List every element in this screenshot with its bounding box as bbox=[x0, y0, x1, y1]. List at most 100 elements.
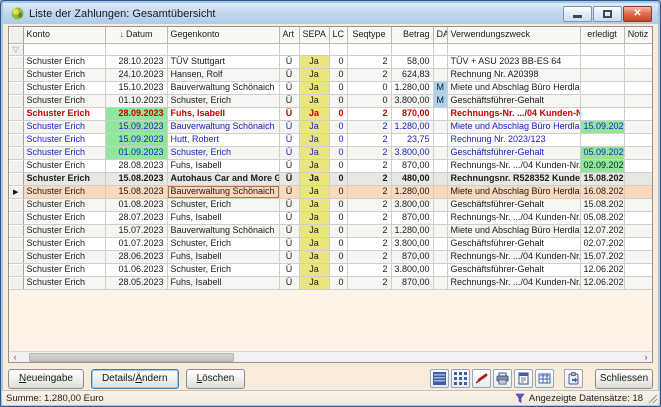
row-selector[interactable] bbox=[9, 94, 24, 108]
cell-vz[interactable]: Geschäftsführer-Gehalt bbox=[447, 146, 581, 160]
cell-gegenkonto[interactable]: TÜV Stuttgart bbox=[167, 55, 280, 69]
cell-notiz[interactable] bbox=[624, 120, 652, 134]
column-header-vz[interactable]: Verwendungszweck bbox=[447, 27, 581, 44]
cell-seqtype[interactable]: 2 bbox=[347, 107, 392, 121]
cell-betrag[interactable]: 1.280,00 bbox=[391, 81, 434, 95]
row-selector[interactable] bbox=[9, 250, 24, 264]
cell-sepa[interactable]: Ja bbox=[299, 120, 330, 134]
cell-datum[interactable]: 15.09.2023 bbox=[105, 120, 168, 134]
cell-sepa[interactable]: Ja bbox=[299, 107, 330, 121]
cell-vz[interactable]: Miete und Abschlag Büro Herdlauchring bbox=[447, 81, 581, 95]
cell-betrag[interactable]: 1.280,00 bbox=[391, 185, 434, 199]
cell-lc[interactable]: 0 bbox=[329, 276, 348, 290]
cell-betrag[interactable]: 870,00 bbox=[391, 250, 434, 264]
cell-vz[interactable]: Rechnungs-Nr. .../04 Kunden-Nr. 1090 bbox=[447, 276, 581, 290]
cell-vz[interactable]: Rechnung Nr. 2023/123 bbox=[447, 133, 581, 147]
cell-gegenkonto[interactable]: Schuster, Erich bbox=[167, 237, 280, 251]
cell-art[interactable]: Ü bbox=[279, 159, 300, 173]
cell-erledigt[interactable]: 12.06.2023 bbox=[580, 276, 625, 290]
details-edit-button[interactable]: Details/Ändern bbox=[90, 368, 179, 389]
cell-da[interactable] bbox=[433, 224, 448, 238]
row-selector[interactable] bbox=[9, 263, 24, 277]
cell-da[interactable] bbox=[433, 159, 448, 173]
column-header-gegenkonto[interactable]: Gegenkonto bbox=[167, 27, 280, 44]
row-selector[interactable] bbox=[9, 107, 24, 121]
cell-da[interactable] bbox=[433, 55, 448, 69]
row-selector[interactable] bbox=[9, 81, 24, 95]
cell-vz[interactable]: Rechnungsnr. R528352 Kundennr. 1027 bbox=[447, 172, 581, 186]
table-row[interactable]: Schuster Erich 15.07.2023 Bauverwaltung Sc… bbox=[9, 224, 652, 238]
table-row[interactable]: Schuster Erich 01.08.2023 Schuster, Erich Ü… bbox=[9, 198, 652, 212]
cell-art[interactable]: Ü bbox=[279, 224, 300, 238]
filter-cell-konto[interactable] bbox=[23, 43, 106, 56]
cell-konto[interactable]: Schuster Erich bbox=[23, 237, 106, 251]
cell-gegenkonto[interactable]: Bauverwaltung Schönaich bbox=[167, 120, 280, 134]
cell-sepa[interactable]: Ja bbox=[299, 81, 330, 95]
filter-cell-betrag[interactable] bbox=[391, 43, 434, 56]
cell-erledigt[interactable] bbox=[580, 94, 625, 108]
cell-vz[interactable]: Rechnungs-Nr. .../04 Kunden-Nr. 1090 bbox=[447, 107, 581, 121]
cell-konto[interactable]: Schuster Erich bbox=[23, 185, 106, 199]
cell-datum[interactable]: 28.09.2023 bbox=[105, 107, 168, 121]
cell-da[interactable] bbox=[433, 172, 448, 186]
cell-da[interactable] bbox=[433, 68, 448, 82]
filter-funnel-cell[interactable]: ▽ bbox=[9, 43, 24, 56]
cell-notiz[interactable] bbox=[624, 68, 652, 82]
cell-gegenkonto[interactable]: Bauverwaltung Schönaich bbox=[167, 81, 280, 95]
filter-cell-notiz[interactable] bbox=[624, 43, 652, 56]
cell-gegenkonto[interactable]: Schuster, Erich bbox=[167, 146, 280, 160]
table-row[interactable]: ▶ Schuster Erich 15.08.2023 Bauverwaltung S… bbox=[9, 185, 652, 199]
cell-sepa[interactable]: Ja bbox=[299, 250, 330, 264]
cell-notiz[interactable] bbox=[624, 159, 652, 173]
cell-seqtype[interactable]: 2 bbox=[347, 120, 392, 134]
scrollbar-track[interactable] bbox=[21, 352, 640, 362]
cell-vz[interactable]: Geschäftsführer-Gehalt bbox=[447, 94, 581, 108]
cell-gegenkonto[interactable]: Bauverwaltung Schönaich bbox=[167, 224, 280, 238]
cell-datum[interactable]: 15.08.2023 bbox=[105, 172, 168, 186]
cell-betrag[interactable]: 3.800,00 bbox=[391, 146, 434, 160]
cell-konto[interactable]: Schuster Erich bbox=[23, 250, 106, 264]
cell-seqtype[interactable]: 2 bbox=[347, 185, 392, 199]
cell-betrag[interactable]: 480,00 bbox=[391, 172, 434, 186]
cell-da[interactable]: M bbox=[433, 81, 448, 95]
cell-erledigt[interactable] bbox=[580, 81, 625, 95]
cell-lc[interactable]: 0 bbox=[329, 120, 348, 134]
row-selector[interactable] bbox=[9, 68, 24, 82]
cell-art[interactable]: Ü bbox=[279, 68, 300, 82]
cell-erledigt[interactable]: 02.07.2023 bbox=[580, 237, 625, 251]
striped-view-button[interactable] bbox=[430, 369, 449, 388]
close-dialog-button[interactable]: Schliessen bbox=[595, 368, 653, 389]
cell-konto[interactable]: Schuster Erich bbox=[23, 94, 106, 108]
red-pen-button[interactable] bbox=[472, 369, 491, 388]
delete-button[interactable]: Löschen bbox=[185, 368, 246, 389]
cell-vz[interactable]: Geschäftsführer-Gehalt bbox=[447, 198, 581, 212]
cell-datum[interactable]: 24.10.2023 bbox=[105, 68, 168, 82]
cell-erledigt[interactable]: 05.08.2023 bbox=[580, 211, 625, 225]
maximize-button[interactable] bbox=[593, 5, 622, 22]
cell-art[interactable]: Ü bbox=[279, 94, 300, 108]
filter-cell-art[interactable] bbox=[279, 43, 300, 56]
printer-button[interactable] bbox=[493, 369, 512, 388]
cell-erledigt[interactable] bbox=[580, 107, 625, 121]
cell-notiz[interactable] bbox=[624, 276, 652, 290]
cell-erledigt[interactable] bbox=[580, 68, 625, 82]
cell-konto[interactable]: Schuster Erich bbox=[23, 224, 106, 238]
cell-art[interactable]: Ü bbox=[279, 276, 300, 290]
cell-seqtype[interactable]: 2 bbox=[347, 276, 392, 290]
cell-sepa[interactable]: Ja bbox=[299, 94, 330, 108]
cell-betrag[interactable]: 3.800,00 bbox=[391, 94, 434, 108]
cell-sepa[interactable]: Ja bbox=[299, 224, 330, 238]
cell-datum[interactable]: 01.06.2023 bbox=[105, 263, 168, 277]
cell-betrag[interactable]: 3.800,00 bbox=[391, 198, 434, 212]
cell-gegenkonto[interactable]: Fuhs, Isabell bbox=[167, 276, 280, 290]
close-button[interactable]: ✕ bbox=[623, 5, 652, 22]
cell-notiz[interactable] bbox=[624, 146, 652, 160]
notes-button[interactable] bbox=[514, 369, 533, 388]
cell-notiz[interactable] bbox=[624, 81, 652, 95]
cell-datum[interactable]: 01.07.2023 bbox=[105, 237, 168, 251]
cell-art[interactable]: Ü bbox=[279, 198, 300, 212]
cell-lc[interactable]: 0 bbox=[329, 250, 348, 264]
cell-seqtype[interactable]: 2 bbox=[347, 211, 392, 225]
table-row[interactable]: Schuster Erich 28.10.2023 TÜV Stuttgart Ü Ja… bbox=[9, 55, 652, 69]
cell-datum[interactable]: 28.08.2023 bbox=[105, 159, 168, 173]
